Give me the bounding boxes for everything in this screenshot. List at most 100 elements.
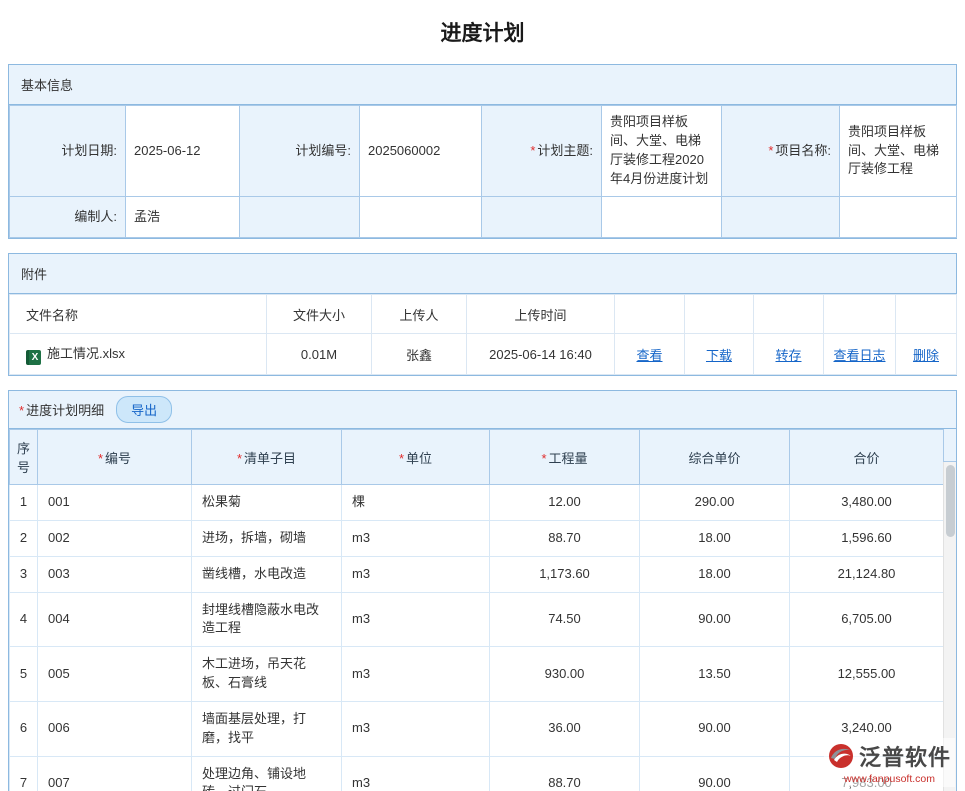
empty-cell (840, 197, 957, 238)
action-cell: 查看日志 (824, 334, 896, 375)
col-serial: 序号 (10, 430, 38, 485)
detail-panel: *进度计划明细 导出 序号 *编号 *清单子目 *单位 *工程量 综合单价 (8, 390, 957, 791)
cell-unit: m3 (342, 556, 490, 592)
col-action-empty (685, 295, 754, 334)
plan-subject-label-text: 计划主题: (537, 143, 593, 158)
cell-unit-price: 18.00 (640, 520, 790, 556)
plan-no-label-text: 计划编号: (295, 143, 351, 158)
project-name-label-text: 项目名称: (775, 143, 831, 158)
export-button[interactable]: 导出 (116, 396, 172, 423)
delete-link[interactable]: 删除 (913, 348, 939, 363)
required-mark: * (530, 143, 535, 158)
col-code-label: 编号 (105, 451, 131, 466)
detail-table: 序号 *编号 *清单子目 *单位 *工程量 综合单价 合价 1 001 (9, 429, 944, 791)
cell-unit-price: 90.00 (640, 592, 790, 647)
table-row: 2 002 进场，拆墙，砌墙 m3 88.70 18.00 1,596.60 (10, 520, 944, 556)
required-mark: * (768, 143, 773, 158)
plan-date-label-text: 计划日期: (61, 143, 117, 158)
required-mark: * (98, 451, 103, 466)
cell-serial: 5 (10, 647, 38, 702)
detail-header-bar: *进度计划明细 导出 (9, 391, 956, 429)
brand-name: 泛普软件 (859, 740, 951, 772)
download-link[interactable]: 下载 (706, 348, 732, 363)
action-cell: 删除 (896, 334, 957, 375)
creator-value: 孟浩 (126, 197, 240, 238)
col-quantity-label: 工程量 (549, 451, 588, 466)
scrollbar-thumb[interactable] (946, 465, 955, 537)
table-row: 5 005 木工进场，吊天花板、石膏线 m3 930.00 13.50 12,5… (10, 647, 944, 702)
plan-date-value: 2025-06-12 (126, 106, 240, 197)
cell-item: 处理边角、铺设地砖，过门石 (192, 756, 342, 791)
col-action-empty (896, 295, 957, 334)
cell-unit: m3 (342, 647, 490, 702)
col-action-empty (824, 295, 896, 334)
col-unit: *单位 (342, 430, 490, 485)
view-log-link[interactable]: 查看日志 (833, 348, 885, 363)
cell-code: 006 (38, 701, 192, 756)
cell-unit-price: 13.50 (640, 647, 790, 702)
cell-item: 松果菊 (192, 485, 342, 521)
cell-quantity: 930.00 (490, 647, 640, 702)
scrollbar-header-cap (943, 429, 956, 462)
transfer-link[interactable]: 转存 (775, 348, 801, 363)
attachments-table: 文件名称 文件大小 上传人 上传时间 X施工情况.xlsx 0.01M 张鑫 (9, 294, 957, 375)
col-quantity: *工程量 (490, 430, 640, 485)
vertical-scrollbar[interactable] (943, 429, 956, 791)
attachments-header: 附件 (9, 254, 956, 294)
brand-url: www.fanpusoft.com (828, 773, 951, 785)
cell-unit: m3 (342, 592, 490, 647)
required-mark: * (541, 451, 546, 466)
excel-icon: X (26, 350, 41, 365)
col-upload-time: 上传时间 (467, 295, 615, 334)
action-cell: 转存 (754, 334, 824, 375)
cell-serial: 4 (10, 592, 38, 647)
file-name-cell: X施工情况.xlsx (10, 334, 267, 375)
col-item-label: 清单子目 (244, 451, 296, 466)
creator-label: 编制人: (10, 197, 126, 238)
file-uploader: 张鑫 (372, 334, 467, 375)
file-upload-time: 2025-06-14 16:40 (467, 334, 615, 375)
cell-item: 凿线槽，水电改造 (192, 556, 342, 592)
cell-unit-price: 18.00 (640, 556, 790, 592)
empty-cell (360, 197, 482, 238)
required-mark: * (19, 403, 24, 418)
cell-unit: m3 (342, 701, 490, 756)
cell-unit-price: 90.00 (640, 756, 790, 791)
plan-subject-value: 贵阳项目样板间、大堂、电梯厅装修工程2020年4月份进度计划 (602, 106, 722, 197)
view-link[interactable]: 查看 (636, 348, 662, 363)
detail-table-area: 序号 *编号 *清单子目 *单位 *工程量 综合单价 合价 1 001 (9, 429, 956, 791)
cell-quantity: 88.70 (490, 520, 640, 556)
table-row: 3 003 凿线槽，水电改造 m3 1,173.60 18.00 21,124.… (10, 556, 944, 592)
detail-title-wrap: *进度计划明细 (19, 400, 104, 419)
detail-table-body: 1 001 松果菊 棵 12.00 290.00 3,480.00 2 002 (10, 485, 944, 791)
cell-item: 木工进场，吊天花板、石膏线 (192, 647, 342, 702)
detail-title: 进度计划明细 (26, 403, 104, 418)
file-size: 0.01M (267, 334, 372, 375)
page: 进度计划 基本信息 计划日期: 2025-06-12 计划编号: (0, 0, 965, 791)
cell-unit: m3 (342, 756, 490, 791)
cell-code: 003 (38, 556, 192, 592)
col-unit-label: 单位 (406, 451, 432, 466)
required-mark: * (399, 451, 404, 466)
cell-code: 007 (38, 756, 192, 791)
cell-total: 21,124.80 (790, 556, 944, 592)
cell-quantity: 1,173.60 (490, 556, 640, 592)
empty-cell (722, 197, 840, 238)
cell-total: 12,555.00 (790, 647, 944, 702)
cell-item: 封埋线槽隐蔽水电改造工程 (192, 592, 342, 647)
cell-unit-price: 90.00 (640, 701, 790, 756)
cell-quantity: 36.00 (490, 701, 640, 756)
cell-serial: 3 (10, 556, 38, 592)
cell-code: 001 (38, 485, 192, 521)
plan-no-value: 2025060002 (360, 106, 482, 197)
basic-info-panel: 基本信息 计划日期: 2025-06-12 计划编号: 2025060002 (8, 64, 957, 239)
col-unit-price: 综合单价 (640, 430, 790, 485)
empty-cell (240, 197, 360, 238)
col-action-empty (754, 295, 824, 334)
cell-serial: 7 (10, 756, 38, 791)
plan-subject-label: *计划主题: (482, 106, 602, 197)
cell-total: 3,480.00 (790, 485, 944, 521)
table-row: 7 007 处理边角、铺设地砖，过门石 m3 88.70 90.00 7,983… (10, 756, 944, 791)
page-title: 进度计划 (8, 0, 957, 64)
cell-serial: 1 (10, 485, 38, 521)
